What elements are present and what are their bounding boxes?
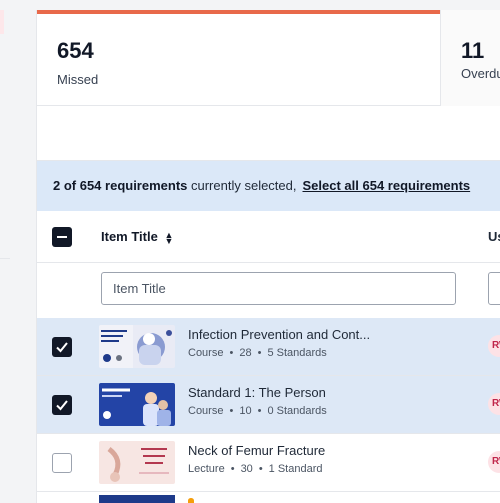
row-count: 28	[239, 347, 252, 359]
select-all-checkbox[interactable]	[52, 227, 72, 247]
thumbnail-partial	[99, 495, 175, 503]
table-row[interactable]: Infection Prevention and Cont... Course •…	[37, 318, 500, 376]
row-type: Lecture	[188, 463, 225, 475]
selection-suffix: currently selected,	[187, 178, 297, 193]
stat-value-missed: 654	[57, 38, 94, 63]
gutter-divider	[0, 258, 10, 259]
stat-value-overdue: 11	[461, 38, 485, 63]
row-meta: Course • 10 • 0 Standards	[188, 405, 327, 417]
stat-card-missed[interactable]: 654 Missed	[37, 10, 440, 106]
gutter-accent	[0, 10, 4, 34]
requirements-panel: 654 Missed 11 Overdue 2 of 654 requireme…	[36, 10, 500, 503]
status-dot	[188, 498, 194, 503]
course-thumbnail	[99, 383, 175, 426]
check-icon	[56, 400, 68, 411]
filter-row	[37, 263, 500, 318]
column-header-user[interactable]: Us	[488, 229, 500, 244]
table-row[interactable]: Neck of Femur Fracture Lecture • 30 • 1 Stan…	[37, 434, 500, 492]
row-type: Course	[188, 347, 224, 359]
row-standards: 1 Standard	[268, 463, 323, 475]
row-checkbox[interactable]	[52, 453, 72, 473]
stats-row: 654 Missed 11 Overdue	[37, 10, 500, 106]
lecture-thumbnail	[99, 441, 175, 484]
column-header-item-title[interactable]: Item Title ▲ ▼	[101, 229, 173, 245]
table-row-partial	[37, 492, 500, 503]
row-title[interactable]: Standard 1: The Person	[188, 385, 326, 400]
sort-icon[interactable]: ▲ ▼	[164, 230, 173, 245]
column-header-label: Item Title	[101, 229, 158, 244]
user-filter-input[interactable]	[488, 272, 500, 305]
row-standards: 5 Standards	[267, 347, 327, 359]
row-title[interactable]: Neck of Femur Fracture	[188, 443, 325, 458]
row-standards: 0 Standards	[267, 405, 327, 417]
table-header: Item Title ▲▼ Us	[37, 211, 500, 263]
stat-label-missed: Missed	[57, 72, 99, 87]
user-avatar-badge: RW	[488, 451, 500, 473]
course-thumbnail	[99, 325, 175, 368]
selection-bar: 2 of 654 requirements currently selected…	[37, 160, 500, 211]
row-count: 30	[240, 463, 253, 475]
user-avatar-badge: RW	[488, 393, 500, 415]
table-row[interactable]: Standard 1: The Person Course • 10 • 0 Stand…	[37, 376, 500, 434]
row-checkbox[interactable]	[52, 395, 72, 415]
row-meta: Course • 28 • 5 Standards	[188, 347, 327, 359]
stat-label-overdue: Overdue	[461, 66, 500, 81]
left-gutter	[0, 0, 36, 503]
item-title-filter-input[interactable]	[101, 272, 456, 305]
row-count: 10	[239, 405, 252, 417]
row-checkbox[interactable]	[52, 337, 72, 357]
stat-card-overdue[interactable]: 11 Overdue	[440, 10, 500, 106]
row-title[interactable]: Infection Prevention and Cont...	[188, 327, 370, 342]
check-icon	[56, 342, 68, 353]
row-meta: Lecture • 30 • 1 Standard	[188, 463, 323, 475]
user-avatar-badge: RW	[488, 335, 500, 357]
select-all-link[interactable]: Select all 654 requirements	[303, 178, 471, 193]
row-type: Course	[188, 405, 224, 417]
selection-count: 2 of 654 requirements	[53, 178, 188, 193]
